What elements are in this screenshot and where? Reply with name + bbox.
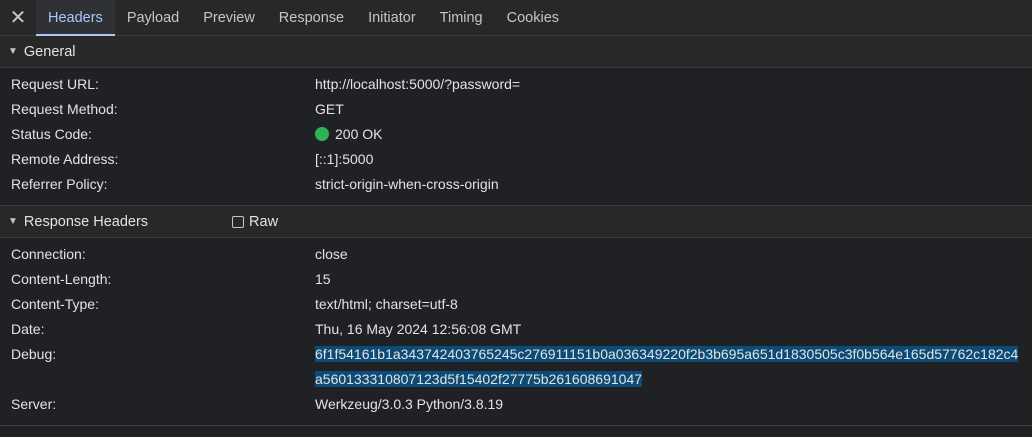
tab-cookies[interactable]: Cookies xyxy=(495,0,571,35)
raw-checkbox[interactable] xyxy=(232,215,245,228)
header-key: Referrer Policy: xyxy=(11,176,108,192)
header-key: Date: xyxy=(11,321,45,337)
header-key: Connection: xyxy=(11,246,86,262)
raw-toggle[interactable]: Raw xyxy=(232,214,278,230)
header-row: Server: Werkzeug/3.0.3 Python/3.8.19 xyxy=(0,392,1032,417)
header-value: GET xyxy=(315,101,344,117)
header-value: text/html; charset=utf-8 xyxy=(315,296,458,312)
status-text: 200 OK xyxy=(335,126,383,142)
header-row: Connection: close xyxy=(0,242,1032,267)
tab-preview[interactable]: Preview xyxy=(191,0,267,35)
general-section-title: General xyxy=(23,43,76,60)
general-rows: Request URL: http://localhost:5000/?pass… xyxy=(0,68,1032,206)
header-row: Request URL: http://localhost:5000/?pass… xyxy=(0,72,1032,97)
tab-response[interactable]: Response xyxy=(267,0,356,35)
response-headers-section-header[interactable]: ▼ Response Headers Raw xyxy=(0,206,1032,238)
status-code-value: 200 OK xyxy=(315,122,1032,147)
debug-value-selected[interactable]: 6f1f54161b1a343742403765245c276911151b0a… xyxy=(315,346,1019,387)
header-key: Content-Length: xyxy=(11,271,112,287)
raw-label: Raw xyxy=(249,213,279,230)
close-icon[interactable]: ✕ xyxy=(0,0,36,35)
header-row: Remote Address: [::1]:5000 xyxy=(0,147,1032,172)
tab-initiator[interactable]: Initiator xyxy=(356,0,428,35)
debug-value-container[interactable]: 6f1f54161b1a343742403765245c276911151b0a… xyxy=(315,342,1032,392)
header-row: Referrer Policy: strict-origin-when-cros… xyxy=(0,172,1032,197)
header-row: Request Method: GET xyxy=(0,97,1032,122)
triangle-down-icon: ▼ xyxy=(8,216,18,227)
tab-timing[interactable]: Timing xyxy=(428,0,495,35)
header-value: Thu, 16 May 2024 12:56:08 GMT xyxy=(315,321,522,337)
header-value: close xyxy=(315,246,348,262)
triangle-down-icon: ▼ xyxy=(8,46,18,57)
header-row: Content-Type: text/html; charset=utf-8 xyxy=(0,292,1032,317)
header-value: [::1]:5000 xyxy=(315,151,374,167)
header-value: 15 xyxy=(315,271,331,287)
tab-headers[interactable]: Headers xyxy=(36,0,115,36)
header-key: Remote Address: xyxy=(11,151,119,167)
header-row: Content-Length: 15 xyxy=(0,267,1032,292)
header-key: Status Code: xyxy=(11,126,92,142)
response-headers-title: Response Headers xyxy=(23,213,149,230)
header-value: strict-origin-when-cross-origin xyxy=(315,176,499,192)
header-value: http://localhost:5000/?password= xyxy=(315,76,521,92)
response-header-rows: Connection: close Content-Length: 15 Con… xyxy=(0,238,1032,426)
general-section-header[interactable]: ▼ General xyxy=(0,36,1032,68)
header-key: Debug: xyxy=(11,346,57,362)
header-row: Status Code: 200 OK xyxy=(0,122,1032,147)
devtools-tab-bar: ✕ Headers Payload Preview Response Initi… xyxy=(0,0,1032,36)
header-value: Werkzeug/3.0.3 Python/3.8.19 xyxy=(315,396,504,412)
status-ok-icon xyxy=(315,127,329,141)
tab-payload[interactable]: Payload xyxy=(115,0,191,35)
header-row: Debug: 6f1f54161b1a343742403765245c27691… xyxy=(0,342,1032,392)
header-key: Request Method: xyxy=(11,101,118,117)
header-row: Date: Thu, 16 May 2024 12:56:08 GMT xyxy=(0,317,1032,342)
header-key: Server: xyxy=(11,396,57,412)
header-key: Content-Type: xyxy=(11,296,99,312)
header-key: Request URL: xyxy=(11,76,99,92)
